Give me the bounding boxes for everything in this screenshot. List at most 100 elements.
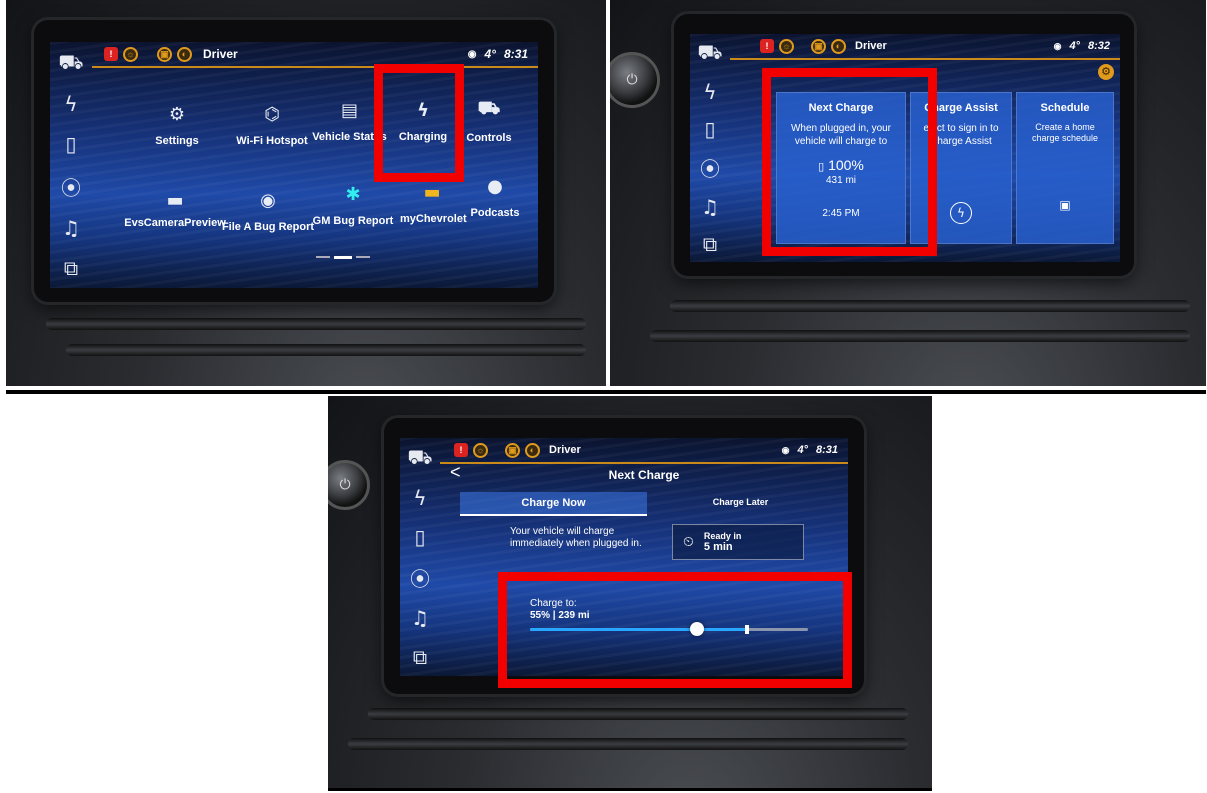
phone-icon[interactable]: ▯	[704, 117, 715, 141]
power-knob[interactable]: ⏻	[610, 52, 660, 108]
status-bar: ! ☼ ▣ ◐ Driver ◉ 4° 8:32	[730, 34, 1120, 60]
schedule-card[interactable]: Schedule Create a home charge schedule ▣	[1016, 92, 1114, 244]
photo-next-charge-screen: ⏻ ⛟ ϟ ▯ ⦿ ♫ ⧉ ! ☼ ▣ ◐ Driver ◉ 4° 8:31 <…	[328, 396, 932, 788]
screen-header: < Next Charge	[440, 462, 848, 488]
app-gm-bug-report[interactable]: ✱ GM Bug Report	[312, 184, 394, 227]
dash-vent	[650, 330, 1190, 342]
location-status-icon: ◉	[467, 48, 477, 60]
lightning-icon[interactable]: ϟ	[64, 92, 77, 116]
app-file-bug-report[interactable]: ◉ File A Bug Report	[218, 190, 318, 233]
ready-value: 5 min	[703, 541, 733, 553]
layers-icon[interactable]: ⧉	[703, 232, 717, 256]
location-pin-icon[interactable]: ⦿	[700, 153, 720, 182]
app-label: EvsCameraPreview	[124, 217, 226, 229]
lightning-icon[interactable]: ϟ	[413, 486, 426, 510]
location-pin-icon[interactable]: ⦿	[61, 172, 81, 201]
power-knob[interactable]: ⏻	[328, 460, 370, 510]
seat-icon: ◐	[831, 38, 846, 54]
app-evs-camera-preview[interactable]: ▬ EvsCameraPreview	[122, 190, 228, 230]
divider-line	[6, 390, 1206, 394]
car-icon[interactable]: ⛟	[697, 40, 722, 67]
charge-assist-icon: ϟ	[950, 202, 972, 224]
app-wifi-hotspot[interactable]: ⌬ Wi-Fi Hotspot	[232, 104, 312, 147]
bug-report-icon: ◉	[260, 190, 276, 211]
hotspot-icon: ⌬	[264, 104, 280, 125]
photo-apps-screen: ⛟ ϟ ▯ ⦿ ♫ ⧉ ! ☼ ▣ ◐ Driver ◉ 4° 8:31 ⚙ S…	[6, 0, 606, 386]
ready-in-box: ⏲ Ready in 5 min	[672, 524, 804, 560]
tab-charge-now[interactable]: Charge Now	[460, 492, 647, 516]
clock: 8:31	[503, 47, 528, 61]
app-label: File A Bug Report	[221, 221, 315, 233]
app-settings[interactable]: ⚙ Settings	[142, 104, 212, 147]
podcast-icon: ●	[487, 176, 503, 197]
gear-icon: ⚙	[168, 104, 186, 125]
seat-icon: ◐	[525, 442, 540, 458]
page-title: Next Charge	[608, 468, 680, 482]
driver-label[interactable]: Driver	[549, 444, 581, 456]
car-icon: ⛟	[477, 98, 501, 119]
side-rail: ⛟ ϟ ▯ ⦿ ♫ ⧉	[400, 438, 440, 676]
location-pin-icon[interactable]: ⦿	[410, 563, 430, 592]
app-label: myChevrolet	[400, 213, 467, 225]
card-description: Create a home charge schedule	[1031, 122, 1099, 143]
status-bar: ! ☼ ▣ ◐ Driver ◉ 4° 8:31	[440, 438, 848, 464]
seat-icon: ◐	[177, 46, 192, 62]
side-rail: ⛟ ϟ ▯ ⦿ ♫ ⧉	[50, 42, 92, 288]
chevrolet-icon: ▬	[423, 182, 441, 203]
temperature: 4°	[797, 444, 808, 456]
infotainment-screen: ⛟ ϟ ▯ ⦿ ♫ ⧉ ! ☼ ▣ ◐ Driver ◉ 4° 8:31 ⚙ S…	[50, 42, 538, 288]
dash-vent	[348, 738, 908, 750]
app-label: Controls	[466, 132, 512, 144]
card-title: Schedule	[1040, 102, 1090, 114]
dash-vent	[66, 344, 586, 356]
car-icon[interactable]: ⛟	[407, 445, 432, 472]
app-label: GM Bug Report	[312, 215, 394, 227]
bug-icon: ✱	[345, 184, 361, 205]
driver-profile-icon: ▣	[811, 38, 826, 54]
camera-icon: ▬	[166, 190, 184, 211]
settings-gear-icon[interactable]: ⚙	[1098, 64, 1114, 80]
side-rail: ⛟ ϟ ▯ ⦿ ♫ ⧉	[690, 34, 730, 262]
app-podcasts[interactable]: ● Podcasts	[466, 176, 524, 219]
car-icon[interactable]: ⛟	[58, 50, 83, 77]
app-controls[interactable]: ⛟ Controls	[458, 98, 520, 144]
power-icon: ⏻	[626, 72, 638, 88]
alert-icon: !	[454, 443, 468, 457]
charge-tabs: Charge Now Charge Later	[460, 492, 834, 516]
layers-icon[interactable]: ⧉	[64, 256, 78, 280]
layers-icon[interactable]: ⧉	[413, 645, 427, 669]
clock: 8:32	[1087, 40, 1110, 52]
driver-label[interactable]: Driver	[203, 47, 238, 61]
sun-icon: ☼	[473, 442, 488, 458]
page-indicator	[316, 256, 370, 259]
photo-charging-screen: ⏻ ⛟ ϟ ▯ ⦿ ♫ ⧉ ! ☼ ▣ ◐ Driver ◉ 4° 8:32 ⚙…	[610, 0, 1206, 386]
sun-icon: ☼	[123, 46, 138, 62]
highlight-box	[762, 68, 937, 256]
app-label: Wi-Fi Hotspot	[236, 135, 308, 147]
dash-vent	[368, 708, 908, 720]
app-mychevrolet[interactable]: ▬ myChevrolet	[400, 182, 467, 225]
location-status-icon: ◉	[781, 444, 790, 455]
temperature: 4°	[1069, 40, 1080, 52]
clock: 8:31	[815, 444, 838, 456]
music-note-icon[interactable]: ♫	[62, 216, 80, 240]
driver-profile-icon: ▣	[157, 46, 172, 62]
music-note-icon[interactable]: ♫	[701, 195, 719, 219]
location-status-icon: ◉	[1053, 40, 1062, 51]
status-bar: ! ☼ ▣ ◐ Driver ◉ 4° 8:31	[92, 42, 538, 68]
app-label: Podcasts	[470, 207, 520, 219]
phone-icon[interactable]: ▯	[65, 132, 76, 156]
tab-charge-later[interactable]: Charge Later	[647, 492, 834, 516]
driver-label[interactable]: Driver	[855, 40, 887, 52]
power-icon: ⏻	[339, 477, 351, 493]
music-note-icon[interactable]: ♫	[411, 606, 429, 630]
app-label: Settings	[155, 135, 199, 147]
phone-icon[interactable]: ▯	[414, 525, 425, 549]
driver-profile-icon: ▣	[505, 442, 520, 458]
sun-icon: ☼	[779, 38, 794, 54]
charge-message: Your vehicle will charge immediately whe…	[510, 526, 642, 549]
clock-icon: ⏲	[683, 534, 694, 550]
highlight-box	[374, 64, 464, 182]
lightning-icon[interactable]: ϟ	[703, 80, 716, 104]
dash-vent	[670, 300, 1190, 312]
